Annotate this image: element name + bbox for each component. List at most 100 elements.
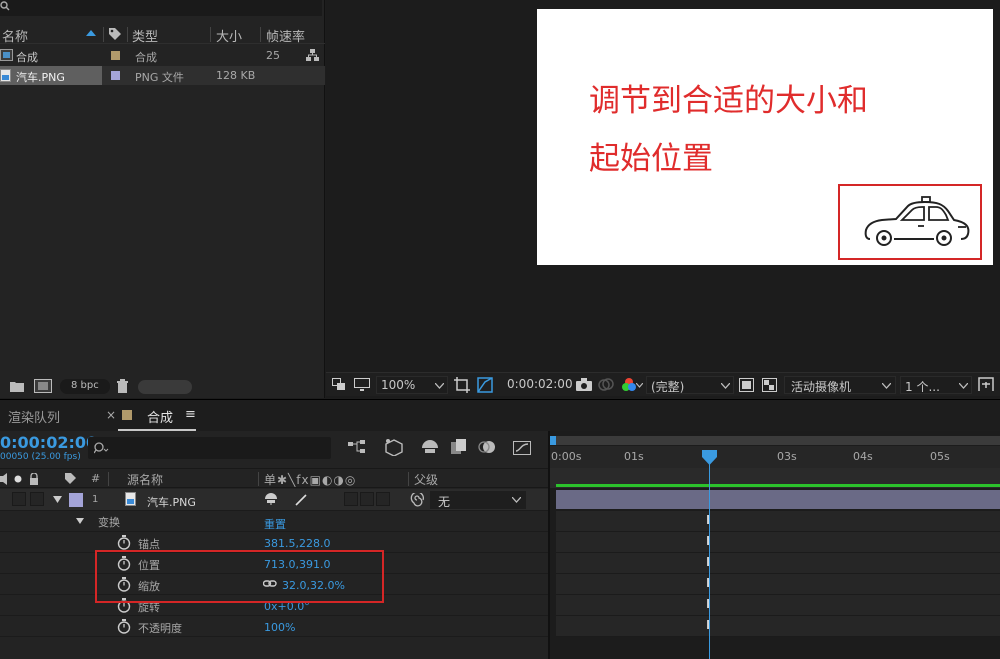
resolution-dropdown[interactable]: (完整) [646, 376, 734, 394]
reset-exposure-icon[interactable] [978, 377, 994, 392]
color-channels-icon[interactable] [621, 377, 637, 392]
views-dropdown[interactable]: 1 个... [900, 376, 972, 394]
expand-triangle-icon[interactable] [76, 518, 84, 524]
snapshot-camera-icon[interactable] [576, 378, 592, 391]
current-time-indicator-line[interactable] [709, 452, 710, 659]
expand-triangle-icon[interactable] [53, 496, 62, 503]
panel-divider[interactable] [548, 431, 550, 659]
property-value[interactable]: 100% [264, 621, 295, 634]
chevron-down-icon [636, 383, 643, 388]
item-name: 合成 [16, 51, 38, 64]
composition-mini-flowchart-icon[interactable] [348, 440, 366, 454]
project-item-png[interactable]: 汽车.PNG PNG 文件 128 KB [0, 66, 325, 85]
project-panel: 名称 类型 大小 帧速率 合成 合成 25 汽车.PNG PNG 文件 128 … [0, 0, 325, 398]
project-item-comp[interactable]: 合成 合成 25 [0, 46, 325, 65]
layer-name[interactable]: 汽车.PNG [147, 494, 196, 510]
ruler-tick-label: 04s [853, 450, 873, 463]
lock-switch[interactable] [30, 492, 44, 506]
column-source-name[interactable]: 源名称 [127, 471, 163, 488]
layer-search-input[interactable] [88, 437, 331, 459]
item-type: 合成 [135, 51, 157, 64]
quality-switch-icon[interactable] [294, 493, 308, 507]
property-value[interactable]: 381.5,228.0 [264, 537, 330, 550]
toggle-transparency-icon[interactable] [762, 378, 777, 392]
track-row [556, 616, 1000, 637]
stopwatch-icon[interactable] [117, 619, 131, 634]
project-scrollbar[interactable] [138, 380, 192, 394]
folder-icon[interactable] [10, 380, 24, 392]
playhead-handle-icon[interactable] [702, 450, 717, 465]
tab-render-queue[interactable]: 渲染队列 [8, 407, 60, 426]
layer-index: 1 [92, 494, 99, 505]
label-color-swatch[interactable] [111, 51, 120, 60]
ruler-tick-label: 03s [777, 450, 797, 463]
property-row-opacity[interactable]: 不透明度 100% [0, 616, 548, 637]
transparency-grid-icon[interactable] [477, 377, 493, 393]
camera-dropdown[interactable]: 活动摄像机 [784, 376, 896, 394]
canvas-annotation-line2: 起始位置 [589, 141, 713, 177]
comp-label-swatch [122, 410, 132, 420]
parent-dropdown[interactable]: 无 [430, 491, 526, 509]
viewer-timecode[interactable]: 0:00:02:00 [507, 377, 573, 391]
chevron-down-icon [882, 383, 891, 389]
3d-layer-switch[interactable] [376, 492, 390, 506]
column-name[interactable]: 名称 [2, 26, 28, 45]
adjustment-switch[interactable] [360, 492, 374, 506]
shy-switch-icon[interactable] [264, 493, 278, 505]
monitor-icon[interactable] [354, 378, 370, 391]
layer-label-swatch[interactable] [69, 493, 83, 507]
flowchart-icon[interactable] [306, 49, 319, 61]
work-area-bar[interactable] [550, 436, 1000, 445]
image-file-icon [125, 492, 136, 506]
effect-switch[interactable] [344, 492, 358, 506]
project-search-input[interactable] [0, 0, 322, 16]
new-composition-icon[interactable] [34, 379, 52, 393]
sort-asc-icon[interactable] [86, 30, 96, 36]
transform-reset-link[interactable]: 重置 [264, 516, 286, 532]
current-timecode[interactable]: 0:00:02:00 [0, 433, 97, 452]
fast-previews-icon[interactable] [739, 378, 754, 392]
video-switch[interactable] [12, 492, 26, 506]
frame-blending-icon[interactable] [451, 439, 467, 455]
column-switches: 单✱╲fx▣◐◑◎ [264, 473, 357, 487]
search-icon [0, 1, 10, 11]
column-number: # [91, 472, 101, 485]
canvas-annotation-line1: 调节到合适的大小和 [589, 83, 868, 119]
stopwatch-icon[interactable] [117, 535, 131, 550]
project-column-header: 名称 类型 大小 帧速率 [0, 24, 325, 45]
track-row [556, 511, 1000, 532]
column-type[interactable]: 类型 [132, 26, 158, 45]
panel-menu-icon[interactable]: ≡ [185, 407, 196, 422]
car-icon[interactable] [862, 193, 972, 251]
draft-3d-icon[interactable] [384, 438, 404, 456]
trash-icon[interactable] [116, 379, 129, 393]
track-row [556, 574, 1000, 595]
layer-row[interactable]: 1 汽车.PNG 无 [0, 489, 548, 511]
tab-close-icon[interactable]: × [106, 408, 116, 422]
show-snapshot-icon[interactable] [598, 378, 614, 391]
chevron-down-icon [721, 383, 730, 389]
label-color-swatch[interactable] [111, 71, 120, 80]
work-area-start-handle[interactable] [550, 436, 556, 445]
transform-group-row[interactable]: 变换 重置 [0, 511, 548, 532]
column-size[interactable]: 大小 [216, 26, 242, 45]
column-parent[interactable]: 父级 [414, 471, 438, 488]
composition-icon [0, 49, 13, 61]
column-fps[interactable]: 帧速率 [266, 26, 305, 45]
shy-layers-icon[interactable] [421, 440, 439, 454]
chevron-down-icon [959, 383, 968, 389]
zoom-dropdown[interactable]: 100% [376, 376, 448, 394]
region-of-interest-icon[interactable] [454, 377, 470, 393]
layer-duration-bar[interactable] [556, 490, 1000, 509]
label-tag-icon[interactable] [108, 27, 122, 41]
layer-column-header: # 源名称 单✱╲fx▣◐◑◎ 父级 [0, 468, 548, 488]
track-row [556, 553, 1000, 574]
always-preview-icon[interactable] [332, 378, 346, 391]
motion-blur-icon[interactable] [478, 439, 496, 455]
bit-depth-button[interactable]: 8 bpc [60, 379, 110, 394]
graph-editor-icon[interactable] [513, 439, 531, 455]
viewer-toolbar: 100% 0:00:02:00 (完整) 活动摄像机 1 个... [326, 372, 1000, 396]
tab-composition[interactable]: 合成 [147, 407, 173, 426]
pickwhip-icon[interactable] [410, 493, 424, 507]
project-footer: 8 bpc [0, 376, 325, 398]
